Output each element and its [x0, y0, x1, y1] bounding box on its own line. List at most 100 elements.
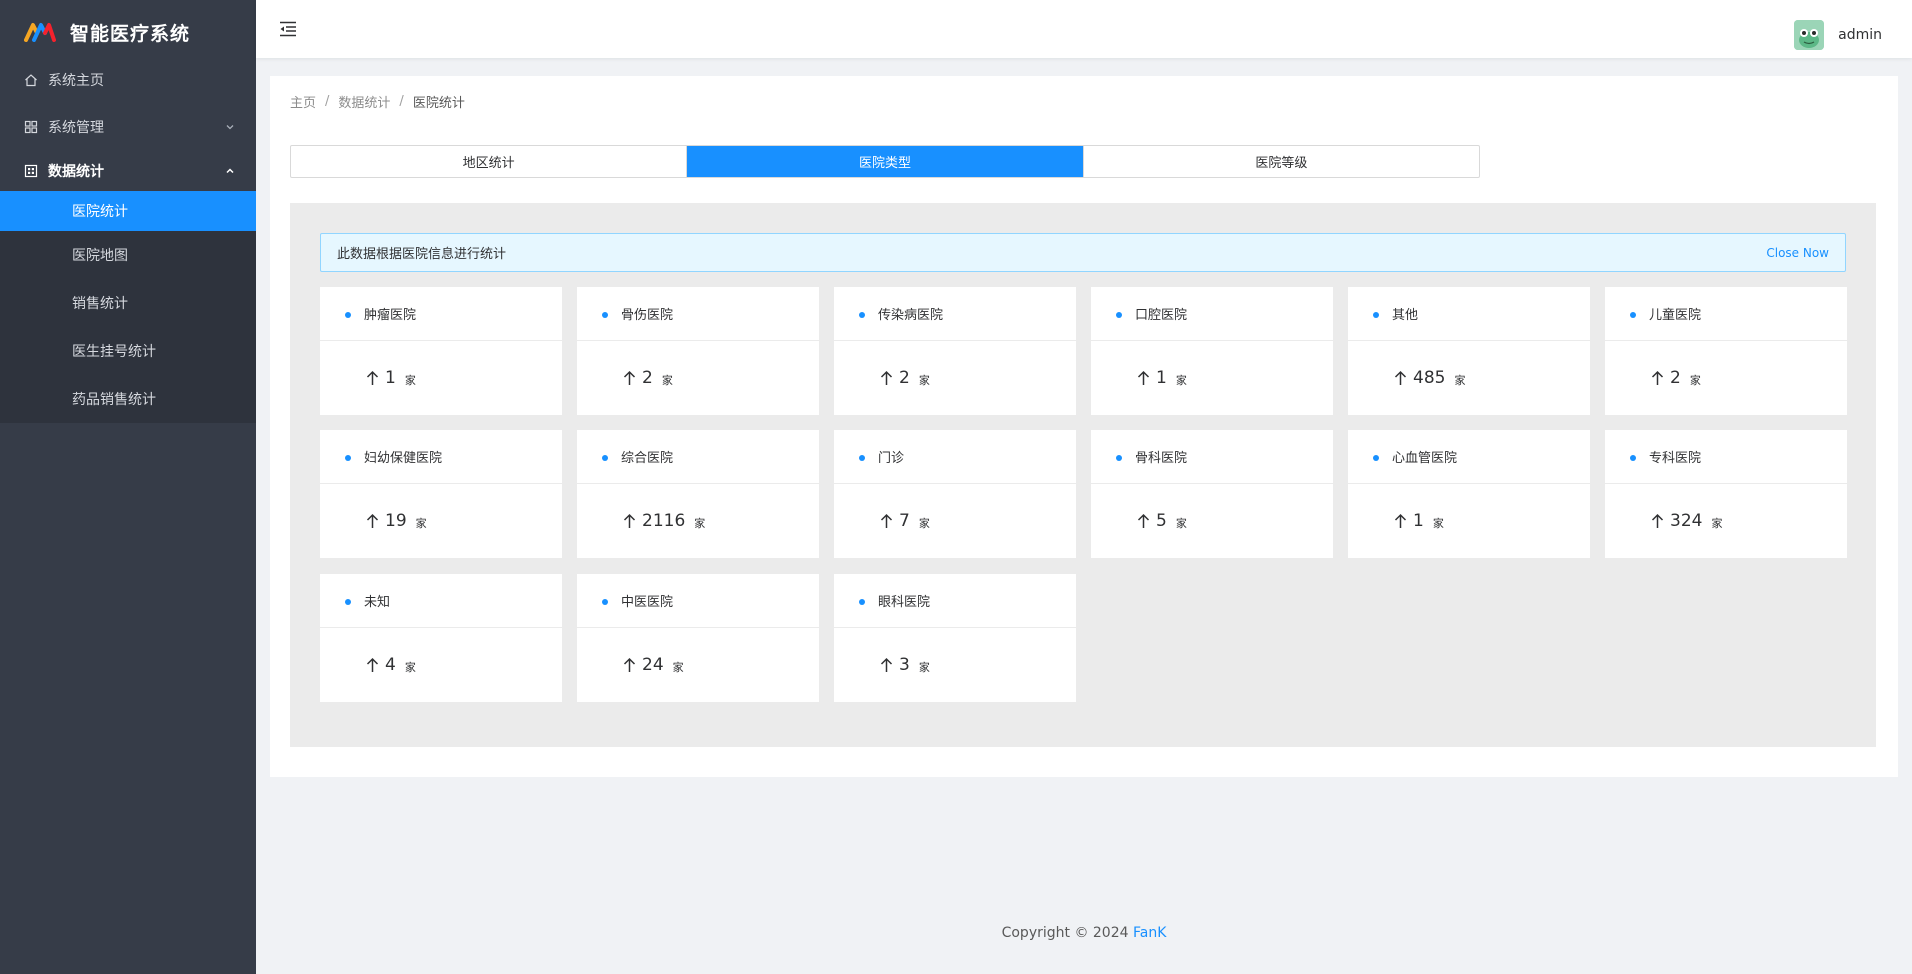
sidebar-item-label: 系统管理: [48, 120, 104, 136]
sidebar-item-registration-statistics[interactable]: 医生挂号统计: [0, 327, 256, 375]
main-content: 主页 / 数据统计 / 医院统计 地区统计 医院类型 医院等级 此数据根据医院信…: [270, 76, 1898, 777]
stat-unit: 家: [694, 517, 706, 530]
stat-unit: 家: [404, 374, 416, 387]
stat-unit: 家: [1454, 374, 1466, 387]
sidebar-item-label: 系统主页: [48, 73, 104, 89]
stat-card: 门诊 7家: [834, 430, 1076, 558]
stat-unit: 家: [672, 661, 684, 674]
stat-value: 324: [1670, 511, 1703, 531]
stat-card: 未知 4家: [320, 574, 562, 702]
arrow-up-icon: [880, 370, 893, 385]
bullet-dot-icon: [1373, 454, 1379, 461]
breadcrumb-separator: /: [399, 94, 404, 109]
alert-close-button[interactable]: Close Now: [1766, 246, 1829, 260]
stat-value: 1: [385, 368, 396, 388]
stat-value: 3: [899, 655, 910, 675]
frog-avatar-icon: [1794, 20, 1825, 50]
sidebar-item-drug-sales-statistics[interactable]: 药品销售统计: [0, 375, 256, 423]
stat-value: 4: [385, 655, 396, 675]
arrow-up-icon: [366, 657, 379, 672]
username[interactable]: admin: [1838, 27, 1882, 43]
user-menu[interactable]: admin: [1794, 20, 1882, 50]
bullet-dot-icon: [859, 598, 865, 605]
stat-title: 肿瘤医院: [364, 308, 417, 323]
stats-panel: 此数据根据医院信息进行统计 Close Now 肿瘤医院 1家 骨伤医院 2家 …: [290, 203, 1876, 747]
stat-card: 骨科医院 5家: [1091, 430, 1333, 558]
stat-title: 未知: [364, 595, 391, 610]
stat-title: 门诊: [878, 451, 905, 466]
stat-title: 骨科医院: [1135, 451, 1188, 466]
menu-fold-icon[interactable]: [278, 19, 298, 39]
bullet-dot-icon: [1630, 311, 1636, 318]
stat-value: 2: [1670, 368, 1681, 388]
chevron-down-icon: [226, 125, 234, 130]
bullet-dot-icon: [602, 598, 608, 605]
footer-brand-link[interactable]: FanK: [1133, 925, 1166, 941]
stat-unit: 家: [1711, 517, 1723, 530]
stat-card: 专科医院 324 家: [1605, 430, 1847, 558]
app-title: 智能医疗系统: [70, 22, 191, 45]
stat-unit: 家: [661, 374, 673, 387]
footer: Copyright © 2024 FanK: [256, 925, 1912, 941]
stat-title: 骨伤医院: [621, 308, 674, 323]
arrow-up-icon: [623, 657, 636, 672]
sidebar-item-data-statistics[interactable]: 数据统计: [0, 151, 256, 191]
arrow-up-icon: [1394, 370, 1407, 385]
sidebar-item-hospital-map[interactable]: 医院地图: [0, 231, 256, 279]
stat-card: 心血管医院 1家: [1348, 430, 1590, 558]
stat-value: 2: [899, 368, 910, 388]
stat-title: 妇幼保健医院: [364, 451, 443, 466]
stat-value: 2: [642, 368, 653, 388]
stat-card: 肿瘤医院 1家: [320, 287, 562, 415]
stat-card: 骨伤医院 2家: [577, 287, 819, 415]
stat-card: 中医医院 24 家: [577, 574, 819, 702]
bullet-dot-icon: [859, 311, 865, 318]
stat-title: 其他: [1392, 308, 1419, 323]
breadcrumb: 主页 / 数据统计 / 医院统计: [290, 92, 465, 111]
stat-title: 专科医院: [1649, 451, 1702, 466]
bullet-dot-icon: [1630, 454, 1636, 461]
tab-region-statistics[interactable]: 地区统计: [291, 146, 688, 177]
stat-value: 1: [1413, 511, 1424, 531]
bullet-dot-icon: [1116, 454, 1122, 461]
arrow-up-icon: [1137, 370, 1150, 385]
sidebar-item-system-management[interactable]: 系统管理: [0, 103, 256, 151]
stat-card: 儿童医院 2家: [1605, 287, 1847, 415]
sidebar-item-home[interactable]: 系统主页: [0, 65, 256, 95]
tab-hospital-type[interactable]: 医院类型: [687, 146, 1084, 177]
stat-card: 综合医院 2116 家: [577, 430, 819, 558]
stat-unit: 家: [1689, 374, 1701, 387]
bullet-dot-icon: [345, 311, 351, 318]
stat-card: 口腔医院 1家: [1091, 287, 1333, 415]
avatar[interactable]: [1794, 20, 1825, 50]
bullet-dot-icon: [1116, 311, 1122, 318]
arrow-up-icon: [366, 513, 379, 528]
arrow-up-icon: [366, 370, 379, 385]
alert-text: 此数据根据医院信息进行统计: [337, 247, 507, 262]
stat-card: 其他 485 家: [1348, 287, 1590, 415]
arrow-up-icon: [1394, 513, 1407, 528]
grid-icon: [24, 120, 38, 134]
brand[interactable]: 智能医疗系统: [0, 0, 256, 64]
arrow-up-icon: [1651, 513, 1664, 528]
stat-value: 2116: [642, 511, 686, 531]
breadcrumb-separator: /: [325, 94, 330, 109]
stat-title: 综合医院: [621, 451, 674, 466]
sidebar: 智能医疗系统 系统主页 系统管理 数据统计 医院统计 医院地图 销售统计 医生挂…: [0, 0, 256, 974]
tab-hospital-level[interactable]: 医院等级: [1084, 146, 1479, 177]
bullet-dot-icon: [1373, 311, 1379, 318]
stat-title: 儿童医院: [1649, 308, 1702, 323]
bullet-dot-icon: [602, 454, 608, 461]
stat-unit: 家: [1432, 517, 1444, 530]
breadcrumb-home[interactable]: 主页: [290, 92, 316, 111]
stat-value: 24: [642, 655, 664, 675]
stat-title: 口腔医院: [1135, 308, 1188, 323]
stat-value: 485: [1413, 368, 1446, 388]
stat-title: 传染病医院: [878, 308, 944, 323]
stat-unit: 家: [918, 517, 930, 530]
top-header: admin: [256, 0, 1912, 58]
sidebar-item-sales-statistics[interactable]: 销售统计: [0, 279, 256, 327]
breadcrumb-data-statistics[interactable]: 数据统计: [338, 92, 390, 111]
home-icon: [25, 74, 37, 87]
sidebar-item-hospital-statistics[interactable]: 医院统计: [0, 191, 256, 231]
